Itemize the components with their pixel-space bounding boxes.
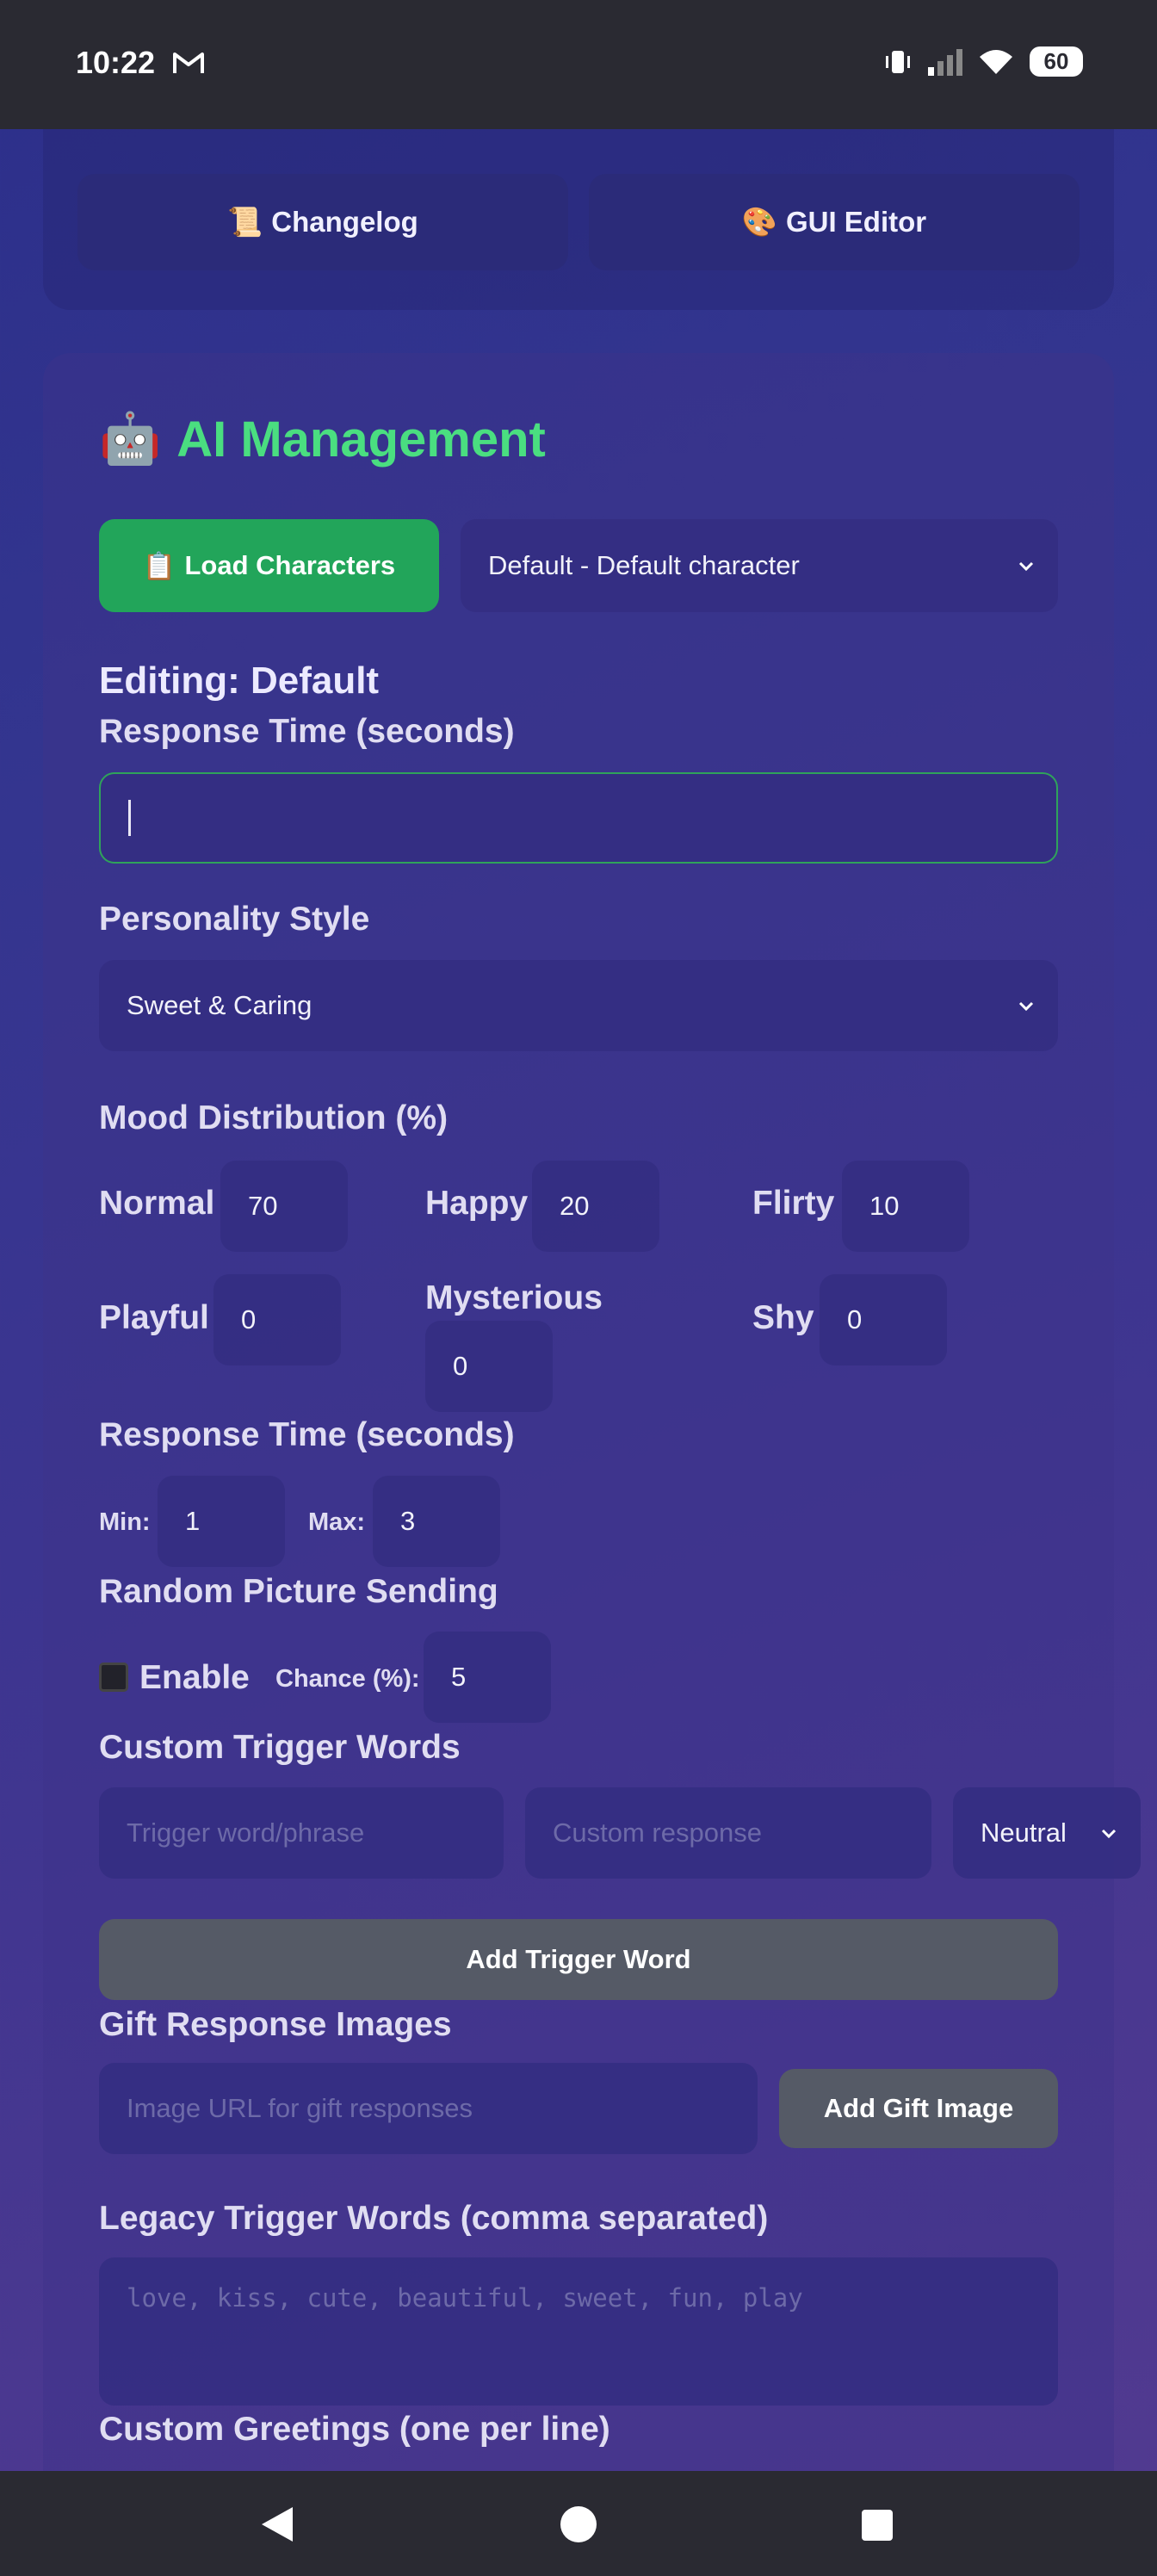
text-cursor — [128, 800, 131, 836]
trigger-word-placeholder: Trigger word/phrase — [127, 1817, 365, 1848]
mood-flirty-label: Flirty — [752, 1185, 835, 1222]
add-trigger-word-label: Add Trigger Word — [466, 1944, 691, 1974]
mood-mysterious-input[interactable]: 0 — [425, 1321, 553, 1412]
legacy-trigger-placeholder: love, kiss, cute, beautiful, sweet, fun,… — [127, 2283, 803, 2313]
system-nav-bar — [0, 2471, 1157, 2576]
status-icons: 60 — [885, 46, 1083, 77]
gift-image-placeholder: Image URL for gift responses — [127, 2093, 473, 2123]
mood-normal-value: 70 — [248, 1191, 278, 1221]
editing-label: Editing: Default — [99, 659, 380, 702]
mood-shy-label: Shy — [752, 1299, 814, 1336]
vibrate-icon — [886, 50, 910, 73]
chance-value: 5 — [451, 1662, 467, 1692]
mood-playful-value: 0 — [241, 1304, 257, 1334]
chevron-down-icon — [1018, 1001, 1034, 1012]
top-actions-card: 📜 Changelog 🎨 GUI Editor — [43, 129, 1114, 310]
changelog-button[interactable]: 📜 Changelog — [77, 174, 568, 270]
gift-images-label: Gift Response Images — [99, 2006, 452, 2043]
trigger-word-input[interactable]: Trigger word/phrase — [99, 1787, 504, 1879]
custom-trigger-label: Custom Trigger Words — [99, 1729, 461, 1766]
section-title: 🤖 AI Management — [99, 410, 546, 468]
clipboard-icon: 📋 — [142, 550, 176, 581]
enable-checkbox[interactable] — [99, 1663, 128, 1692]
mood-happy-value: 20 — [560, 1191, 590, 1221]
changelog-label: Changelog — [271, 206, 418, 238]
status-time: 10:22 — [76, 45, 156, 80]
custom-response-input[interactable]: Custom response — [525, 1787, 931, 1879]
chance-label: Chance (%): — [275, 1665, 420, 1693]
max-input[interactable]: 3 — [373, 1476, 500, 1567]
mood-normal-input[interactable]: 70 — [220, 1161, 348, 1252]
character-select-value: Default - Default character — [488, 550, 800, 580]
mood-happy-label: Happy — [425, 1185, 529, 1222]
add-trigger-word-button[interactable]: Add Trigger Word — [99, 1919, 1058, 2000]
min-value: 1 — [185, 1506, 201, 1536]
mood-label: Mood Distribution (%) — [99, 1099, 449, 1136]
custom-greetings-label: Custom Greetings (one per line) — [99, 2411, 610, 2448]
legacy-trigger-label: Legacy Trigger Words (comma separated) — [99, 2200, 769, 2237]
character-select[interactable]: Default - Default character — [461, 519, 1058, 612]
mood-shy-value: 0 — [847, 1304, 863, 1334]
add-gift-image-label: Add Gift Image — [823, 2093, 1014, 2123]
trigger-mood-value: Neutral — [981, 1817, 1067, 1848]
response-time-label: Response Time (seconds) — [99, 713, 515, 750]
robot-icon: 🤖 — [99, 411, 162, 467]
gui-editor-button[interactable]: 🎨 GUI Editor — [589, 174, 1080, 270]
chevron-down-icon — [1101, 1829, 1117, 1839]
mood-playful-label: Playful — [99, 1299, 209, 1336]
trigger-mood-select[interactable]: Neutral — [953, 1787, 1141, 1879]
palette-icon: 🎨 — [741, 205, 777, 238]
status-bar: 10:22 60 — [0, 0, 1157, 129]
mood-mysterious-label: Mysterious — [425, 1279, 603, 1316]
load-characters-label: Load Characters — [184, 550, 396, 580]
load-characters-button[interactable]: 📋 Load Characters — [99, 519, 439, 612]
mood-normal-label: Normal — [99, 1185, 215, 1222]
back-icon[interactable] — [260, 2505, 294, 2543]
gift-image-url-input[interactable]: Image URL for gift responses — [99, 2063, 758, 2154]
personality-select[interactable]: Sweet & Caring — [99, 960, 1058, 1051]
max-label: Max: — [308, 1508, 366, 1536]
signal-icon — [928, 48, 962, 76]
random-picture-label: Random Picture Sending — [99, 1573, 498, 1610]
wifi-icon — [980, 49, 1012, 74]
response-time-input[interactable] — [99, 772, 1058, 864]
section-title-text: AI Management — [176, 411, 546, 468]
min-label: Min: — [99, 1508, 151, 1536]
max-value: 3 — [400, 1506, 416, 1536]
mood-playful-input[interactable]: 0 — [213, 1274, 341, 1365]
battery-indicator: 60 — [1030, 46, 1083, 77]
mood-flirty-value: 10 — [869, 1191, 900, 1221]
gmail-icon — [173, 53, 204, 73]
scroll-icon: 📜 — [227, 205, 263, 238]
legacy-trigger-textarea[interactable]: love, kiss, cute, beautiful, sweet, fun,… — [99, 2257, 1058, 2406]
personality-label: Personality Style — [99, 901, 370, 938]
custom-response-placeholder: Custom response — [553, 1817, 762, 1848]
enable-label: Enable — [139, 1659, 250, 1696]
mood-mysterious-value: 0 — [453, 1351, 468, 1381]
home-icon[interactable] — [560, 2505, 597, 2543]
response-time-range-label: Response Time (seconds) — [99, 1416, 515, 1453]
chance-input[interactable]: 5 — [424, 1632, 551, 1723]
personality-value: Sweet & Caring — [127, 990, 312, 1020]
mood-shy-input[interactable]: 0 — [820, 1274, 947, 1365]
mood-flirty-input[interactable]: 10 — [842, 1161, 969, 1252]
min-input[interactable]: 1 — [158, 1476, 285, 1567]
mood-happy-input[interactable]: 20 — [532, 1161, 659, 1252]
gui-editor-label: GUI Editor — [785, 206, 927, 238]
chevron-down-icon — [1018, 561, 1034, 572]
add-gift-image-button[interactable]: Add Gift Image — [779, 2069, 1058, 2148]
recents-icon[interactable] — [861, 2509, 894, 2542]
